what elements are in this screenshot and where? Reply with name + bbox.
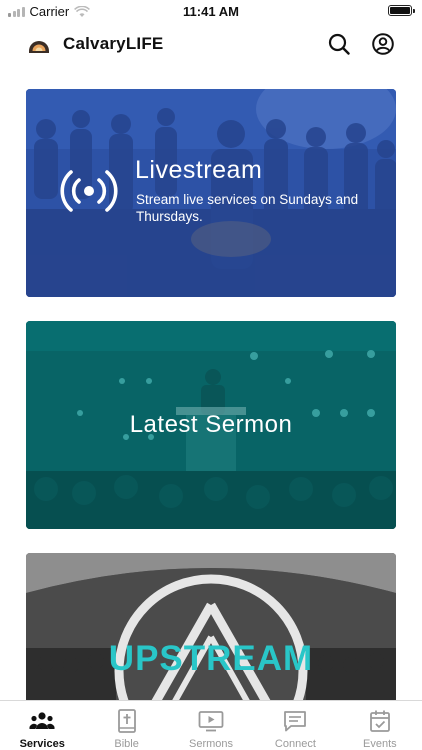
app-header: CalvaryLIFE	[0, 22, 422, 68]
battery-icon	[388, 5, 415, 16]
broadcast-icon	[60, 170, 118, 212]
upstream-background-image	[26, 553, 396, 703]
status-time: 11:41 AM	[183, 4, 239, 19]
upstream-card[interactable]: UPSTREAM	[26, 553, 396, 703]
tab-label-sermons: Sermons	[189, 738, 234, 750]
tab-bible[interactable]: Bible	[84, 701, 168, 750]
chat-icon	[282, 709, 308, 733]
tab-label-events: Events	[363, 738, 397, 750]
tab-events[interactable]: Events	[338, 701, 422, 750]
tab-label-services: Services	[19, 738, 65, 750]
status-bar: Carrier 11:41 AM	[0, 0, 422, 22]
tab-connect[interactable]: Connect	[253, 701, 337, 750]
latest-sermon-card[interactable]: Latest Sermon	[26, 321, 396, 529]
bible-icon	[114, 709, 140, 733]
app-title: CalvaryLIFE	[63, 34, 164, 53]
livestream-title: Livestream	[135, 156, 263, 184]
video-icon	[198, 709, 224, 733]
church-logo-icon	[29, 41, 49, 53]
livestream-card[interactable]: Livestream Stream live services on Sunda…	[26, 89, 396, 297]
tab-label-bible: Bible	[114, 738, 139, 750]
tab-sermons[interactable]: Sermons	[169, 701, 253, 750]
upstream-logo-text: UPSTREAM	[108, 639, 314, 678]
tab-bar: Services Bible Sermons Connect Events	[0, 700, 422, 750]
latest-sermon-title: Latest Sermon	[129, 411, 293, 438]
calendar-icon	[367, 709, 393, 733]
profile-icon	[372, 33, 394, 55]
tab-services[interactable]: Services	[0, 701, 84, 750]
livestream-subtitle: Stream live services on Sundays and Thur…	[136, 192, 359, 224]
search-button[interactable]	[326, 31, 352, 57]
people-icon	[29, 709, 55, 733]
tab-label-connect: Connect	[274, 738, 316, 750]
search-icon	[328, 33, 350, 55]
profile-button[interactable]	[370, 31, 396, 57]
